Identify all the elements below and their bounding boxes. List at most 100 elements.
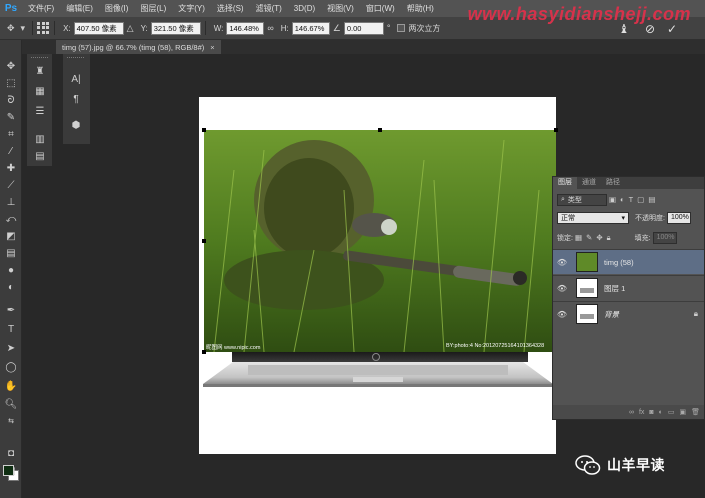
transform-handle-tr[interactable] — [554, 128, 558, 132]
add-mask-icon[interactable]: ◙ — [649, 409, 653, 416]
reference-point-icon[interactable] — [37, 21, 50, 35]
menu-file[interactable]: 文件(F) — [22, 3, 60, 14]
cancel-transform-icon[interactable]: ⊘ — [642, 21, 658, 37]
document-tab-bar: timg (57).jpg @ 66.7% (timg (58), RGB/8#… — [22, 40, 705, 54]
filter-type-icon[interactable]: T — [629, 195, 634, 204]
interpolation-checkbox[interactable] — [397, 24, 406, 32]
layer-filter-select[interactable]: ⌕ 类型 — [557, 193, 607, 206]
rotation-field[interactable]: 0.00 — [343, 21, 384, 35]
blur-icon[interactable]: ● — [3, 264, 19, 278]
dodge-icon[interactable]: ◐ — [3, 281, 19, 295]
sniper-photo-layer[interactable] — [204, 130, 556, 352]
transform-handle-tl[interactable] — [202, 128, 206, 132]
brush-icon[interactable]: ⟋ — [3, 179, 19, 193]
eye-icon[interactable]: 👁︎ — [553, 284, 571, 293]
y-position-field[interactable]: 321.50 像素 — [150, 21, 201, 35]
eye-icon[interactable]: 👁︎ — [553, 310, 571, 319]
commit-transform-icon[interactable]: ✓ — [664, 21, 680, 37]
zoom-icon[interactable]: 🔍︎ — [3, 398, 19, 412]
move-icon[interactable]: ✥ — [3, 60, 19, 74]
width-field[interactable]: 146.48% — [226, 21, 265, 35]
menu-layer[interactable]: 图层(L) — [134, 3, 172, 14]
height-field[interactable]: 146.67% — [291, 21, 330, 35]
menu-image[interactable]: 图像(I) — [99, 3, 135, 14]
transform-handle-t[interactable] — [378, 128, 382, 132]
link-layers-icon[interactable]: ∞ — [629, 409, 634, 416]
type-icon[interactable]: T — [3, 323, 19, 337]
tool-preset-picker[interactable]: ✥ ▾ — [4, 23, 28, 34]
tab-channels[interactable]: 通道 — [577, 177, 601, 189]
warp-mode-icon[interactable]: ♝ — [616, 21, 632, 37]
lock-position-icon[interactable]: ✥ — [596, 233, 602, 242]
lock-all-icon[interactable]: 🔒︎ — [607, 233, 611, 243]
panel-grip[interactable] — [67, 57, 84, 60]
lock-transparency-icon[interactable]: ▦ — [575, 233, 582, 242]
delta-icon[interactable]: △ — [127, 23, 134, 34]
history-panel-icon[interactable]: ♜ — [32, 64, 48, 78]
marquee-icon[interactable]: ⬚ — [3, 77, 19, 91]
paragraph-panel-icon[interactable]: ¶ — [68, 92, 84, 106]
filter-adjust-icon[interactable]: ◐ — [620, 195, 625, 204]
tab-layers[interactable]: 图层 — [553, 177, 577, 189]
menu-edit[interactable]: 编辑(E) — [60, 3, 99, 14]
properties-icon[interactable]: ▥ — [32, 132, 48, 146]
layer-row-layer-1[interactable]: 👁︎ 图层 1 — [553, 275, 704, 300]
menu-type[interactable]: 文字(Y) — [172, 3, 211, 14]
path-select-icon[interactable]: ➤ — [3, 342, 19, 356]
menu-3d[interactable]: 3D(D) — [288, 4, 321, 13]
eyedropper-icon[interactable]: ⁄ — [3, 145, 19, 159]
lock-pixels-icon[interactable]: ✎ — [586, 233, 592, 242]
delete-layer-icon[interactable]: 🗑︎ — [691, 408, 700, 416]
link-icon[interactable]: ∞ — [267, 23, 273, 33]
menu-window[interactable]: 窗口(W) — [360, 3, 401, 14]
shape-icon[interactable]: ◯ — [3, 361, 19, 375]
document-tab[interactable]: timg (57).jpg @ 66.7% (timg (58), RGB/8#… — [56, 40, 221, 54]
close-icon[interactable]: × — [210, 43, 214, 52]
layer-name: 图层 1 — [604, 283, 626, 293]
menu-filter[interactable]: 滤镜(T) — [250, 3, 288, 14]
layer-style-icon[interactable]: fx — [639, 409, 644, 416]
swap-colors-icon[interactable]: ⇆ — [3, 414, 19, 428]
quick-select-icon[interactable]: ✎ — [3, 111, 19, 125]
layer-row-background[interactable]: 👁︎ 背景 🔒︎ — [553, 301, 704, 326]
pen-icon[interactable]: ✒ — [3, 304, 19, 318]
notes-icon[interactable]: ▤ — [32, 149, 48, 163]
gradient-icon[interactable]: ▤ — [3, 247, 19, 261]
filter-pixel-icon[interactable]: ▣ — [609, 195, 616, 204]
history-brush-icon[interactable]: ⤺ — [3, 213, 19, 227]
brush-presets-icon[interactable]: ▦ — [32, 84, 48, 98]
lock-label: 锁定: — [557, 234, 573, 242]
menu-view[interactable]: 视图(V) — [321, 3, 360, 14]
transform-handle-bl[interactable] — [202, 350, 206, 354]
character-panel-icon[interactable]: A| — [68, 72, 84, 86]
lasso-icon[interactable]: ᘐ — [3, 94, 19, 108]
new-layer-icon[interactable]: ▣ — [679, 408, 686, 416]
tools-panel: ✥ ⬚ ᘐ ✎ ⌗ ⁄ ✚ ⟋ ⊥ ⤺ ◩ ▤ ● ◐ ✒ T ➤ ◯ ✋ 🔍︎… — [0, 40, 22, 498]
hand-icon[interactable]: ✋ — [3, 380, 19, 394]
filter-smart-icon[interactable]: ▤ — [648, 195, 655, 204]
transform-handle-l[interactable] — [202, 239, 206, 243]
crop-icon[interactable]: ⌗ — [3, 128, 19, 142]
blend-mode-select[interactable]: 正常 ▾ — [557, 211, 629, 224]
3d-panel-icon[interactable]: ⬢ — [68, 118, 84, 132]
collapsed-panel-dock-right: A| ¶ ⬢ — [63, 54, 90, 144]
opacity-field[interactable]: 100% — [666, 211, 691, 224]
adjustment-layer-icon[interactable]: ◐ — [659, 409, 663, 416]
menu-help[interactable]: 帮助(H) — [401, 3, 440, 14]
x-position-field[interactable]: 407.50 像素 — [73, 21, 124, 35]
foreground-color-swatch[interactable] — [3, 465, 14, 476]
quick-mask-icon[interactable]: ◘ — [3, 447, 19, 461]
layer-comps-icon[interactable]: ☰ — [32, 104, 48, 118]
clone-stamp-icon[interactable]: ⊥ — [3, 196, 19, 210]
menu-select[interactable]: 选择(S) — [211, 3, 250, 14]
tab-paths[interactable]: 路径 — [601, 177, 625, 189]
filter-shape-icon[interactable]: ▢ — [637, 195, 644, 204]
fill-field[interactable]: 100% — [652, 231, 677, 244]
healing-brush-icon[interactable]: ✚ — [3, 162, 19, 176]
eraser-icon[interactable]: ◩ — [3, 230, 19, 244]
fill-label: 填充: — [634, 234, 651, 242]
new-group-icon[interactable]: ▭ — [668, 408, 675, 416]
eye-icon[interactable]: 👁︎ — [553, 258, 571, 267]
panel-grip[interactable] — [31, 57, 48, 60]
layer-row-timg-58[interactable]: 👁︎ timg (58) — [553, 249, 704, 274]
